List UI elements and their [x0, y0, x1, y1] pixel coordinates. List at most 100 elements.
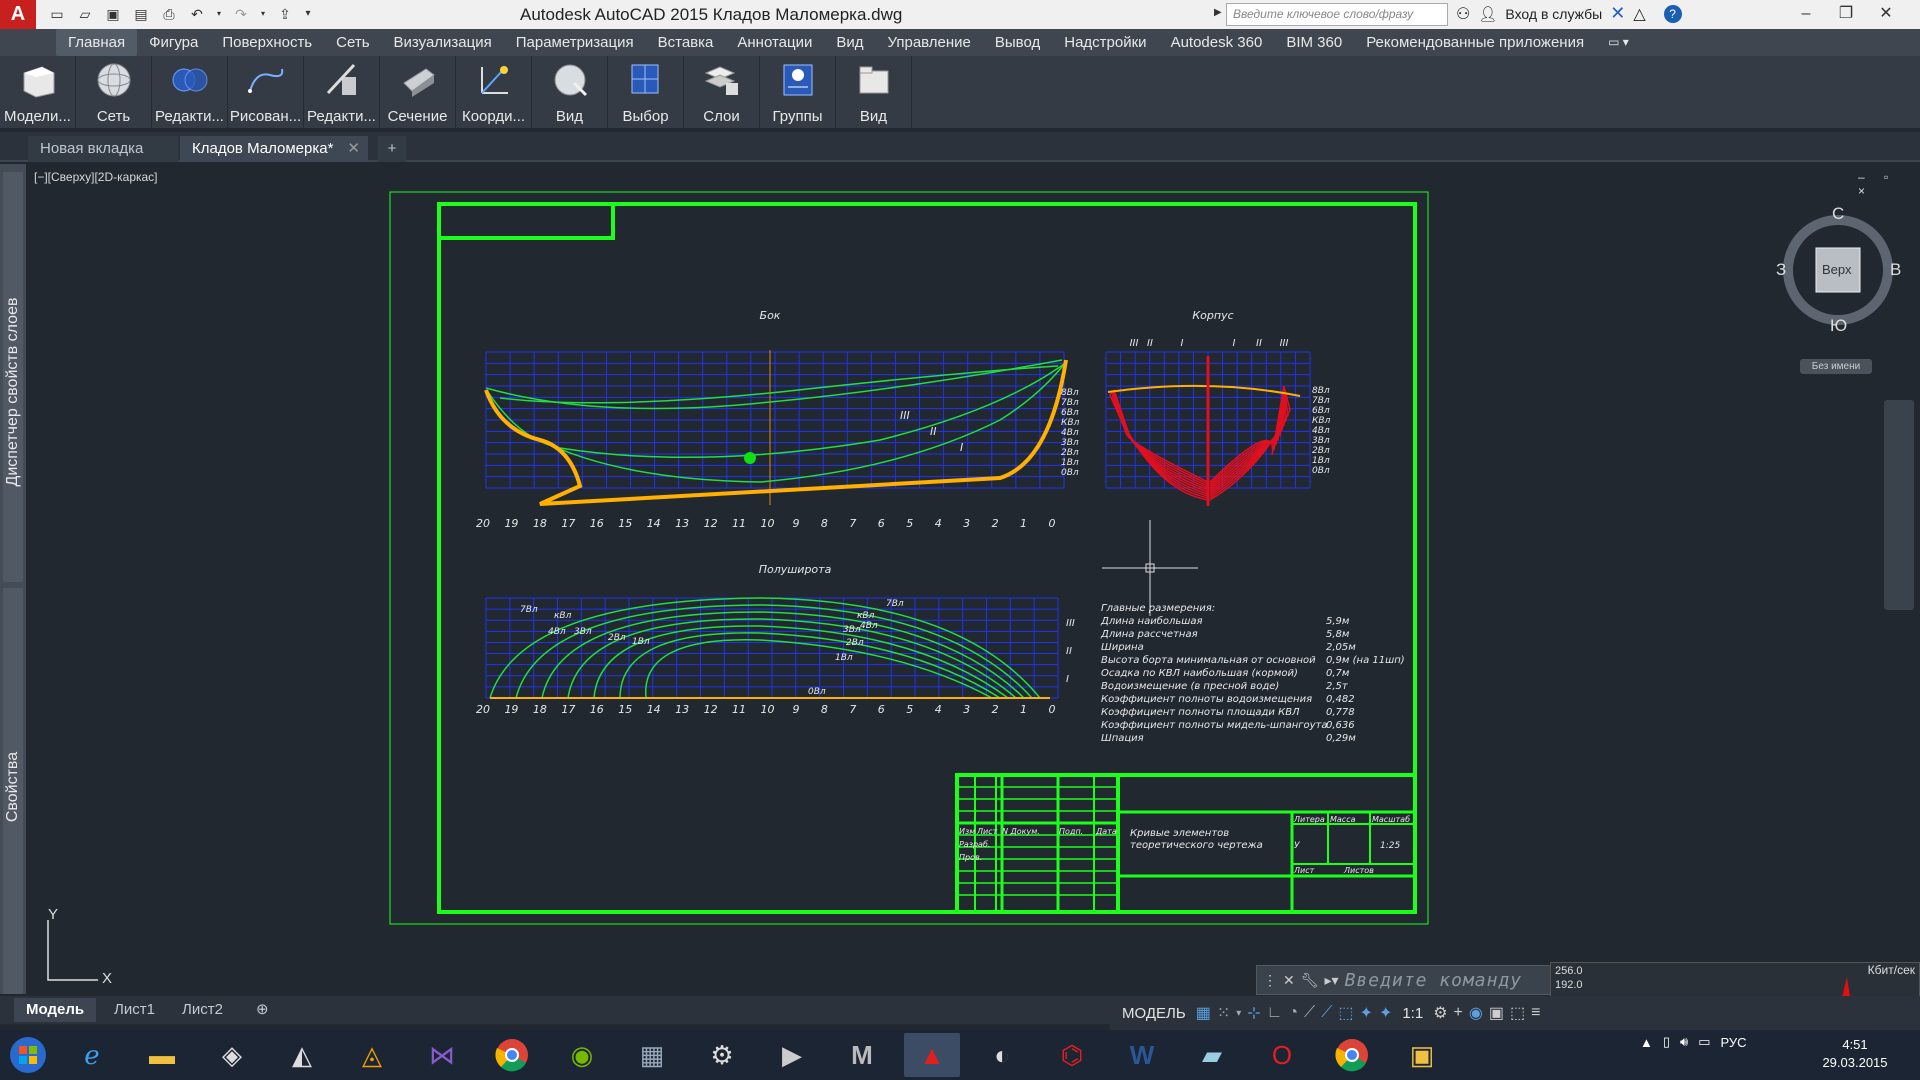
hardware-acceleration-icon[interactable]: ▣: [1489, 1003, 1504, 1023]
tray-expand-icon[interactable]: ▲: [1640, 1035, 1653, 1050]
share-icon[interactable]: ⇪: [274, 4, 296, 24]
undo-icon[interactable]: ↶: [186, 4, 208, 24]
ribbon-view-button[interactable]: Вид: [532, 56, 608, 128]
ribbon-layers-button[interactable]: Слои: [684, 56, 760, 128]
cmdline-recent-icon[interactable]: ▸▾: [1325, 972, 1339, 989]
user-icon[interactable]: 👤︎: [1478, 5, 1497, 23]
tab-autodesk360[interactable]: Autodesk 360: [1159, 29, 1275, 56]
tab-bim360[interactable]: BIM 360: [1274, 29, 1354, 56]
workspace-icon[interactable]: ⚙: [1433, 1003, 1447, 1023]
clean-screen-icon[interactable]: ⬚: [1510, 1003, 1525, 1023]
auto-scale-icon[interactable]: ✦: [1379, 1003, 1392, 1023]
polar-icon[interactable]: ◔: [1288, 1004, 1298, 1022]
viewport-control[interactable]: [−][Сверху][2D-каркас]: [34, 170, 158, 184]
avast-icon[interactable]: ◬: [344, 1033, 400, 1077]
tab-output[interactable]: Вывод: [983, 29, 1052, 56]
autocad-logo-icon[interactable]: A: [0, 0, 36, 29]
opera-icon[interactable]: O: [1254, 1033, 1310, 1077]
ribbon-view2-button[interactable]: Вид: [836, 56, 912, 128]
command-input[interactable]: Введите команду: [1345, 970, 1523, 991]
tab-annotate[interactable]: Аннотации: [725, 29, 824, 56]
save-icon[interactable]: ▣: [102, 4, 124, 24]
clock[interactable]: 4:51 29.03.2015: [1800, 1036, 1910, 1072]
ribbon-modify-button[interactable]: Редакти...: [304, 56, 380, 128]
exchange-icon[interactable]: ✕: [1610, 3, 1625, 24]
tab-surface[interactable]: Поверхность: [210, 29, 324, 56]
tab-current-drawing[interactable]: Кладов Маломерка* ✕: [180, 136, 368, 162]
signin-button[interactable]: Вход в службы: [1505, 6, 1602, 22]
tab-solid[interactable]: Фигура: [137, 29, 210, 56]
tab-visualize[interactable]: Визуализация: [382, 29, 504, 56]
ribbon-section-button[interactable]: Сечение: [380, 56, 456, 128]
ribbon-modeling-button[interactable]: Модели...: [0, 56, 76, 128]
ribbon-mesh-button[interactable]: Сеть: [76, 56, 152, 128]
ribbon-groups-button[interactable]: Группы: [760, 56, 836, 128]
navigation-bar[interactable]: [1884, 400, 1914, 610]
viewcube-south[interactable]: Ю: [1830, 316, 1847, 336]
chrome-icon[interactable]: [484, 1033, 540, 1077]
viewcube-east[interactable]: В: [1890, 260, 1901, 280]
annotation-visibility-icon[interactable]: ✦: [1360, 1003, 1373, 1023]
viewcube-face-top[interactable]: Верх: [1822, 262, 1852, 277]
maya-icon[interactable]: M: [834, 1033, 890, 1077]
ortho-icon[interactable]: ∟: [1267, 1004, 1283, 1022]
viewcube[interactable]: С Ю З В Верх: [1776, 204, 1901, 335]
tab-addins[interactable]: Надстройки: [1052, 29, 1158, 56]
print-icon[interactable]: ⎙: [158, 4, 180, 24]
cmdline-settings-icon[interactable]: 🔧︎: [1301, 972, 1319, 989]
osnap-tracking-icon[interactable]: ⟋: [1304, 1004, 1315, 1022]
grid-icon[interactable]: ▦: [1196, 1003, 1211, 1023]
wcs-menu[interactable]: Без имени: [1800, 359, 1872, 374]
chrome2-icon[interactable]: [1324, 1033, 1380, 1077]
notes-icon[interactable]: ▰: [1184, 1033, 1240, 1077]
cmdline-close-icon[interactable]: ✕: [1283, 972, 1295, 989]
ribbon-toggle-icon[interactable]: ▭ ▾: [1596, 29, 1641, 56]
tab-close-icon[interactable]: ✕: [347, 136, 360, 162]
photo-viewer-icon[interactable]: ▣: [1394, 1033, 1450, 1077]
media-icon[interactable]: ▶: [764, 1033, 820, 1077]
dynamic-input-icon[interactable]: ⊹: [1247, 1003, 1260, 1023]
selection-cycling-icon[interactable]: ⬚: [1338, 1003, 1353, 1023]
snap-dropdown-icon[interactable]: ▾: [1236, 1008, 1241, 1019]
tab-manage[interactable]: Управление: [876, 29, 983, 56]
redo-dropdown-icon[interactable]: ▾: [258, 4, 268, 24]
new-file-icon[interactable]: ▭: [46, 4, 68, 24]
adobe-reader-icon[interactable]: ⌬: [1044, 1033, 1100, 1077]
tab-featured-apps[interactable]: Рекомендованные приложения: [1354, 29, 1596, 56]
snap-icon[interactable]: ⁙: [1217, 1003, 1230, 1023]
a360-icon[interactable]: △: [1633, 4, 1645, 24]
minimize-icon[interactable]: –: [1786, 2, 1826, 26]
app-arrows-icon[interactable]: ◈: [204, 1033, 260, 1077]
restore-icon[interactable]: ❐: [1826, 2, 1866, 26]
ribbon-solid-edit-button[interactable]: Редакти...: [152, 56, 228, 128]
properties-label[interactable]: Свойства: [4, 704, 22, 870]
tab-view[interactable]: Вид: [824, 29, 875, 56]
undo-dropdown-icon[interactable]: ▾: [214, 4, 224, 24]
layer-properties-label[interactable]: Диспетчер свойств слоев: [4, 275, 22, 509]
tab-mesh[interactable]: Сеть: [324, 29, 381, 56]
viewcube-west[interactable]: З: [1776, 260, 1786, 280]
viewport-window-controls[interactable]: – ▫ ×: [1858, 170, 1920, 198]
network-icon[interactable]: ▭: [1698, 1034, 1710, 1050]
binoculars-icon[interactable]: ⚇: [1456, 4, 1470, 24]
help-icon[interactable]: ?: [1663, 4, 1682, 23]
nvidia-icon[interactable]: ◉: [554, 1033, 610, 1077]
tab-parametric[interactable]: Параметризация: [504, 29, 646, 56]
tab-model[interactable]: Модель: [14, 998, 97, 1022]
tab-home[interactable]: Главная: [56, 29, 138, 56]
viewcube-north[interactable]: С: [1832, 204, 1844, 224]
volume-icon[interactable]: 🔊︎: [1680, 1034, 1688, 1050]
app-eye-icon[interactable]: ◐: [974, 1033, 1030, 1077]
close-icon[interactable]: ✕: [1866, 2, 1906, 26]
tray-phone-icon[interactable]: ▯: [1663, 1034, 1670, 1050]
customization-icon[interactable]: ≡: [1531, 1004, 1540, 1022]
cmdline-grip-icon[interactable]: ⋮: [1263, 972, 1277, 989]
word-icon[interactable]: W: [1114, 1033, 1170, 1077]
autocad-taskbar-icon[interactable]: ▲: [904, 1033, 960, 1077]
drawing-canvas[interactable]: [26, 164, 1920, 994]
tab-sheet1[interactable]: Лист1: [102, 998, 167, 1022]
qat-customize-icon[interactable]: ▾: [302, 4, 314, 24]
file-explorer-icon[interactable]: ▬: [134, 1033, 190, 1077]
ribbon-draw-button[interactable]: Рисован...: [228, 56, 304, 128]
annotation-scale[interactable]: 1:1: [1398, 1005, 1427, 1022]
